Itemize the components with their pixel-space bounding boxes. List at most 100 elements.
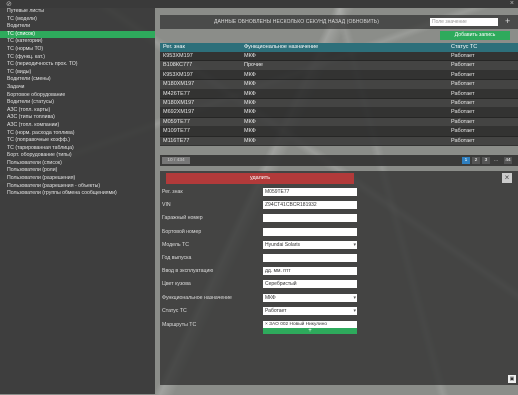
field-label: Функциональное назначение bbox=[162, 294, 232, 301]
table-cell: Работает bbox=[451, 90, 475, 97]
column-header-reg[interactable]: Рег. знак bbox=[163, 43, 185, 52]
field-input[interactable]: дд. мм. гггг bbox=[263, 267, 357, 276]
field-select[interactable]: МКФ bbox=[263, 293, 357, 302]
field-row: Год выпуска bbox=[162, 254, 362, 262]
record-detail-panel: удалить × Рег. знак М059ТЕ77 VIN Z94CT41CBC… bbox=[160, 171, 518, 385]
sidebar-item[interactable]: ТС (виды) bbox=[0, 69, 155, 77]
field-input[interactable]: Серебристый bbox=[263, 280, 357, 289]
field-row: VIN Z94CT41CBCR181932 bbox=[162, 201, 362, 210]
table-cell: В108КС777 bbox=[163, 62, 193, 69]
sidebar-item[interactable]: АЗС (типы топлива) bbox=[0, 114, 155, 122]
field-input[interactable] bbox=[263, 227, 357, 236]
add-record-button[interactable]: Добавить запись bbox=[440, 31, 510, 40]
table-header: Рег. знак Функциональное назначение Стат… bbox=[160, 43, 518, 52]
sidebar-item[interactable]: Пользователи (список) bbox=[0, 160, 155, 168]
column-header-status[interactable]: Статус ТС bbox=[451, 43, 477, 52]
vehicles-table: Рег. знак Функциональное назначение Стат… bbox=[160, 43, 518, 146]
field-select[interactable]: Hyundai Solaris bbox=[263, 240, 357, 249]
table-cell: М180ХМ197 bbox=[163, 99, 195, 106]
table-cell: М109ТЕ77 bbox=[163, 128, 190, 135]
field-select[interactable]: Работает bbox=[263, 306, 357, 315]
sidebar-item[interactable]: ТС (категории) bbox=[0, 38, 155, 46]
sidebar-item[interactable]: Водители (статусы) bbox=[0, 99, 155, 107]
sidebar-item[interactable]: Задачи bbox=[0, 84, 155, 92]
table-row[interactable]: М109ТЕ77 МКФ Работает bbox=[160, 127, 518, 137]
column-header-function[interactable]: Функциональное назначение bbox=[244, 43, 318, 52]
add-icon[interactable]: + bbox=[505, 17, 510, 26]
page-button-3[interactable]: 3 bbox=[482, 157, 490, 164]
sidebar-item[interactable]: ТС (список) bbox=[0, 30, 155, 39]
field-label: Год выпуска bbox=[162, 255, 192, 261]
sidebar-item[interactable]: Пользователи (роли) bbox=[0, 167, 155, 175]
page-button-1[interactable]: 1 bbox=[462, 157, 470, 164]
sidebar-item[interactable]: Водители (смены) bbox=[0, 76, 155, 84]
delete-button[interactable]: удалить bbox=[166, 173, 354, 184]
table-cell: Прочие bbox=[244, 62, 263, 69]
table-cell: МКФ bbox=[244, 118, 256, 125]
table-cell: К953ХМ197 bbox=[163, 71, 193, 78]
routes-row: Маршруты ТС × ЗАО 002 Новый Никулино + bbox=[162, 321, 362, 337]
table-row[interactable]: М426ТЕ77 МКФ Работает bbox=[160, 89, 518, 99]
sidebar-item[interactable]: ТС (норм. расхода топлива) bbox=[0, 130, 155, 138]
field-input[interactable] bbox=[263, 254, 357, 262]
sidebar-item[interactable]: ТС (поправочные коэфф.) bbox=[0, 137, 155, 145]
top-bar: ⊘ × bbox=[0, 0, 518, 8]
field-label: Цвет кузова bbox=[162, 281, 191, 288]
corner-icon[interactable]: ▣ bbox=[508, 375, 516, 383]
sidebar-item[interactable]: ТС (модели) bbox=[0, 16, 155, 24]
table-cell: Работает bbox=[451, 109, 475, 116]
sidebar-item[interactable]: Пользователи (разрешения - объекты) bbox=[0, 183, 155, 191]
sidebar-item[interactable]: ТС (периодичность прох. ТО) bbox=[0, 61, 155, 69]
table-cell: МКФ bbox=[244, 137, 256, 144]
sidebar-item[interactable]: ТС (нормы ТО) bbox=[0, 46, 155, 54]
table-row[interactable]: В108КС777 Прочие Работает bbox=[160, 61, 518, 71]
sidebar-item[interactable]: Борт. оборудование (типы) bbox=[0, 152, 155, 160]
sidebar-item[interactable]: Пользователи (разрешения) bbox=[0, 175, 155, 183]
sidebar-item[interactable]: Бортовое оборудование bbox=[0, 92, 155, 100]
logo-icon: ⊘ bbox=[6, 1, 12, 8]
table-cell: К953ХМ197 bbox=[163, 53, 193, 59]
sidebar-item[interactable]: Пользователи (группы обмена сообщениями) bbox=[0, 190, 155, 198]
field-label: Гаражный номер bbox=[162, 215, 203, 222]
add-route-button[interactable]: + bbox=[263, 328, 357, 334]
table-row[interactable]: М180ХМ197 МКФ Работает bbox=[160, 80, 518, 90]
main-panel: ДАННЫЕ ОБНОВЛЕНЫ НЕСКОЛЬКО СЕКУНД НАЗАД … bbox=[160, 15, 518, 385]
search-input[interactable] bbox=[430, 18, 498, 26]
sidebar-item[interactable]: ТС (функц. кат.) bbox=[0, 54, 155, 62]
main-header: ДАННЫЕ ОБНОВЛЕНЫ НЕСКОЛЬКО СЕКУНД НАЗАД … bbox=[160, 15, 518, 29]
route-chip[interactable]: × ЗАО 002 Новый Никулино bbox=[263, 321, 357, 328]
page-button-last[interactable]: 44 bbox=[504, 157, 512, 164]
field-label: Модель ТС bbox=[162, 241, 189, 248]
field-input[interactable] bbox=[263, 214, 357, 223]
table-cell: Работает bbox=[451, 99, 475, 106]
field-input[interactable]: М059ТЕ77 bbox=[263, 188, 357, 196]
table-row[interactable]: М692ХМ197 МКФ Работает bbox=[160, 108, 518, 118]
page-button-2[interactable]: 2 bbox=[472, 157, 480, 164]
table-cell: МКФ bbox=[244, 90, 256, 97]
table-cell: МКФ bbox=[244, 109, 256, 116]
table-row[interactable]: М180ХМ197 МКФ Работает bbox=[160, 98, 518, 109]
field-row: Гаражный номер bbox=[162, 214, 362, 223]
field-label: Бортовой номер bbox=[162, 228, 202, 235]
update-status-link[interactable]: ДАННЫЕ ОБНОВЛЕНЫ НЕСКОЛЬКО СЕКУНД НАЗАД … bbox=[214, 19, 379, 25]
sidebar-item[interactable]: Водители bbox=[0, 23, 155, 31]
table-row[interactable]: М116ТЕ77 МКФ Работает bbox=[160, 136, 518, 146]
close-icon[interactable]: × bbox=[510, 0, 514, 7]
table-cell: Работает bbox=[451, 137, 475, 144]
sidebar-item[interactable]: ТС (тарированная таблица) bbox=[0, 145, 155, 153]
sidebar: Путевые листы ТС (модели) Водители ТС (спис… bbox=[0, 8, 155, 394]
field-row: Модель ТС Hyundai Solaris bbox=[162, 240, 362, 249]
sidebar-item[interactable]: АЗС (топл. карты) bbox=[0, 107, 155, 115]
field-row: Бортовой номер bbox=[162, 227, 362, 236]
field-row: Функциональное назначение МКФ bbox=[162, 293, 362, 302]
close-icon[interactable]: × bbox=[502, 173, 512, 183]
field-row: Цвет кузова Серебристый bbox=[162, 280, 362, 289]
sidebar-item[interactable]: АЗС (топл. компании) bbox=[0, 122, 155, 130]
field-row: Ввод в эксплуатацию дд. мм. гггг bbox=[162, 267, 362, 276]
table-cell: М059ТЕ77 bbox=[163, 118, 190, 125]
table-row[interactable]: М059ТЕ77 МКФ Работает bbox=[160, 117, 518, 128]
sidebar-item[interactable]: Путевые листы bbox=[0, 8, 155, 16]
table-row[interactable]: К953ХМ197 МКФ Работает bbox=[160, 52, 518, 62]
field-input[interactable]: Z94CT41CBCR181932 bbox=[263, 201, 357, 210]
table-row[interactable]: К953ХМ197 МКФ Работает bbox=[160, 70, 518, 81]
